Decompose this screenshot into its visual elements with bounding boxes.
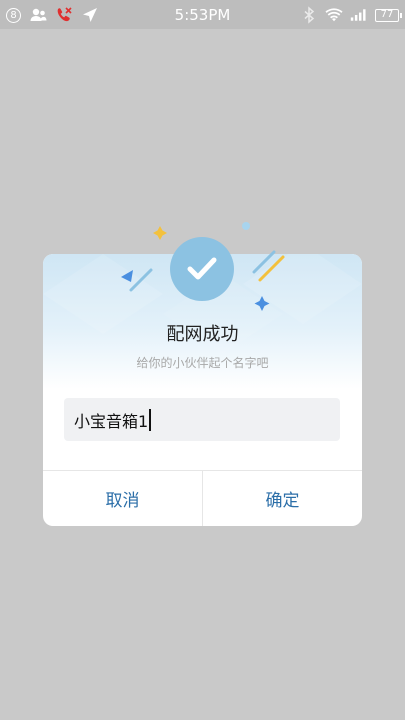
- dialog-subtitle: 给你的小伙伴起个名字吧: [136, 356, 269, 370]
- bluetooth-icon: [304, 6, 315, 24]
- dot-sparkle: [242, 222, 250, 230]
- status-bar: 8 5:53PM 77: [0, 0, 405, 29]
- device-name-value: 小宝音箱1: [74, 411, 149, 431]
- status-right-icons: 77: [300, 5, 402, 25]
- wifi-icon: [325, 8, 343, 22]
- cancel-button[interactable]: 取消: [43, 471, 202, 526]
- dialog-button-row: 取消 确定: [43, 470, 362, 526]
- signal-icon: [350, 9, 366, 21]
- success-badge: [170, 237, 234, 301]
- device-name-input[interactable]: 小宝音箱1: [64, 398, 340, 441]
- dialog-title: 配网成功: [166, 324, 239, 345]
- star-sparkle-yellow: [153, 226, 167, 240]
- battery-icon: 77: [375, 8, 402, 22]
- confirm-button[interactable]: 确定: [202, 471, 362, 526]
- checkmark-icon: [187, 257, 217, 280]
- text-caret: [149, 408, 152, 431]
